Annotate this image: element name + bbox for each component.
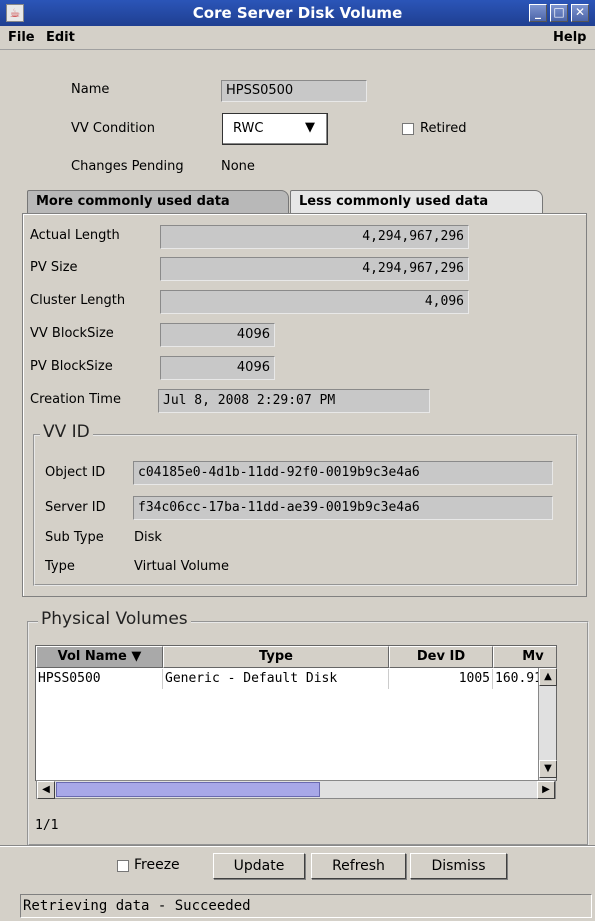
freeze-label: Freeze [134,857,180,873]
actual-length-label: Actual Length [30,228,120,243]
column-header-dev-id[interactable]: Dev ID [389,646,493,668]
dismiss-button[interactable]: Dismiss [410,853,507,879]
divider [0,845,595,847]
pv-blocksize-label: PV BlockSize [30,359,113,374]
vv-condition-label: VV Condition [71,121,155,136]
chevron-down-icon: ▼ [305,120,315,135]
cluster-length-field: 4,096 [160,290,469,314]
tab-more-common[interactable]: More commonly used data [27,190,289,214]
pv-size-field: 4,294,967,296 [160,257,469,281]
object-id-field: c04185e0-4d1b-11dd-92f0-0019b9c3e4a6 [133,461,553,485]
changes-pending-value: None [221,159,255,174]
scroll-up-icon[interactable]: ▲ [539,668,557,686]
maximize-button[interactable]: □ [550,4,568,22]
retired-checkbox[interactable] [402,123,414,135]
refresh-button[interactable]: Refresh [311,853,406,879]
name-label: Name [71,82,110,97]
server-id-label: Server ID [45,500,106,515]
freeze-checkbox[interactable] [117,860,129,872]
object-id-label: Object ID [45,465,106,480]
actual-length-field: 4,294,967,296 [160,225,469,249]
menu-bar: File Edit Help [0,26,595,50]
column-header-vol-name[interactable]: Vol Name ▼ [36,646,163,668]
menu-file[interactable]: File [8,30,35,45]
horizontal-scrollbar[interactable]: ◀ ▶ [36,780,556,799]
vv-blocksize-field: 4096 [160,323,275,347]
update-button[interactable]: Update [213,853,305,879]
retired-label: Retired [420,121,467,136]
vv-condition-select[interactable]: RWC ▼ [222,113,328,145]
server-id-field: f34c06cc-17ba-11dd-ae39-0019b9c3e4a6 [133,496,553,520]
vv-blocksize-label: VV BlockSize [30,326,114,341]
column-header-type[interactable]: Type [163,646,389,668]
changes-pending-label: Changes Pending [71,159,184,174]
scroll-right-icon[interactable]: ▶ [537,781,555,799]
cell-vol-name: HPSS0500 [36,669,163,689]
name-field: HPSS0500 [221,80,367,102]
physical-volumes-table: Vol Name ▼ Type Dev ID Mv HPSS0500 Gener… [35,645,557,781]
menu-edit[interactable]: Edit [46,30,75,45]
sub-type-label: Sub Type [45,530,104,545]
type-value: Virtual Volume [134,559,229,574]
vv-id-title: VV ID [40,422,93,442]
page-indicator: 1/1 [35,818,59,833]
cell-type: Generic - Default Disk [163,669,389,689]
creation-time-label: Creation Time [30,392,121,407]
tab-less-common[interactable]: Less commonly used data [290,190,543,214]
cell-dev-id: 1005 [389,669,493,689]
pv-size-label: PV Size [30,260,78,275]
scroll-thumb[interactable] [56,782,320,797]
cluster-length-label: Cluster Length [30,293,126,308]
sub-type-value: Disk [134,530,162,545]
column-header-mv[interactable]: Mv [493,646,556,668]
vertical-scrollbar[interactable]: ▲ ▼ [538,668,557,780]
scroll-down-icon[interactable]: ▼ [539,760,557,778]
creation-time-field: Jul 8, 2008 2:29:07 PM [158,389,430,413]
physical-volumes-title: Physical Volumes [38,609,191,629]
window-title: Core Server Disk Volume [192,4,403,22]
minimize-button[interactable]: _ [529,4,547,22]
close-button[interactable]: ✕ [571,4,589,22]
type-label: Type [45,559,75,574]
table-row[interactable]: HPSS0500 Generic - Default Disk 1005 160… [36,669,556,689]
scroll-left-icon[interactable]: ◀ [37,781,55,799]
vv-condition-value: RWC [233,121,264,136]
pv-blocksize-field: 4096 [160,356,275,380]
menu-help[interactable]: Help [553,30,586,45]
status-bar: Retrieving data - Succeeded [20,894,592,918]
title-bar: ☕ Core Server Disk Volume _ □ ✕ [0,0,595,26]
